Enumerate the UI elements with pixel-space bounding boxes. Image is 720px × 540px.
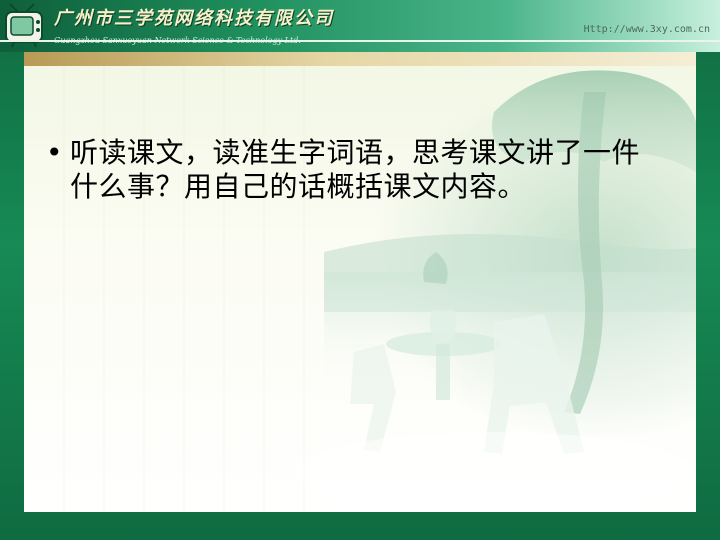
bullet-item-text: 听读课文，读准生字词语，思考课文讲了一件什么事？用自己的话概括课文内容。 — [70, 136, 641, 203]
background-scene-illustration — [63, 66, 696, 512]
header-divider — [0, 40, 720, 42]
bullet-marker: • — [46, 136, 63, 169]
slide-header: 广州市三学苑网络科技有限公司 Guangzhou Sanxueyuan Netw… — [0, 0, 720, 52]
website-url: Http://www.3xy.com.cn — [583, 24, 710, 35]
slide-content-area: • 听读课文，读准生字词语，思考课文讲了一件什么事？用自己的话概括课文内容。 — [24, 52, 696, 512]
company-name: 广州市三学苑网络科技有限公司 — [54, 8, 334, 29]
